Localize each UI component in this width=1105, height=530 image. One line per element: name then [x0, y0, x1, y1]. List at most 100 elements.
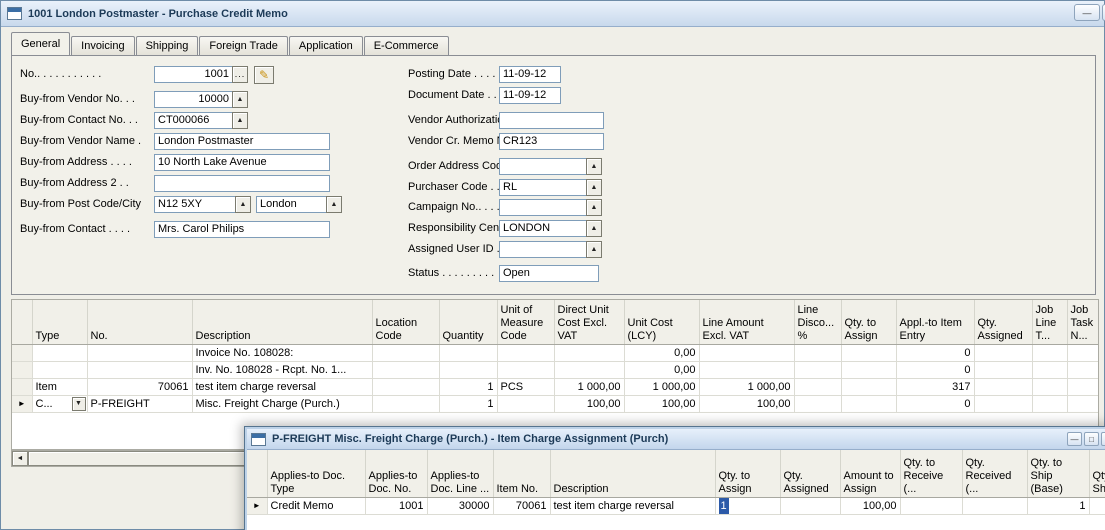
cell-job-task-no[interactable] [1067, 361, 1099, 378]
cell-no[interactable]: 70061 [87, 378, 192, 395]
vendor-authorization-no-input[interactable] [499, 112, 604, 129]
cell-job-task-no[interactable] [1067, 395, 1099, 412]
no-assist-edit-button[interactable]: ... [232, 66, 248, 83]
buy-from-address-input[interactable]: 10 North Lake Avenue [154, 154, 330, 171]
assignment-close-button[interactable]: × [1101, 432, 1105, 446]
main-titlebar[interactable]: 1001 London Postmaster - Purchase Credit… [1, 1, 1104, 27]
window-icon[interactable] [7, 7, 22, 20]
row-selector-current[interactable]: ► [12, 395, 32, 412]
cell-quantity[interactable]: 1 [439, 395, 497, 412]
cell-unit-cost-lcy[interactable]: 0,00 [624, 344, 699, 361]
cell-line-discount[interactable] [794, 344, 841, 361]
cell-type[interactable] [32, 344, 87, 361]
assignment-window-icon[interactable] [251, 433, 266, 446]
buy-from-vendor-no-input[interactable]: 10000 [154, 91, 233, 108]
cell-job-line-type[interactable] [1032, 378, 1067, 395]
cell-qty-received-base[interactable] [962, 497, 1027, 514]
cell-type[interactable]: C...▼ [32, 395, 87, 412]
campaign-no-input[interactable] [499, 199, 587, 216]
cell-appl-to-item-entry[interactable]: 0 [896, 361, 974, 378]
cell-line-discount[interactable] [794, 395, 841, 412]
cell-line-amount[interactable]: 1 000,00 [699, 378, 794, 395]
tab-shipping[interactable]: Shipping [136, 36, 199, 55]
row-selector[interactable] [12, 361, 32, 378]
cell-uom[interactable] [497, 395, 554, 412]
cell-uom[interactable]: PCS [497, 378, 554, 395]
order-address-code-input[interactable] [499, 158, 587, 175]
assignment-maximize-button[interactable]: □ [1084, 432, 1099, 446]
buy-from-city-input[interactable]: London [256, 196, 327, 213]
cell-unit-cost-lcy[interactable]: 100,00 [624, 395, 699, 412]
tab-general[interactable]: General [11, 32, 70, 55]
cell-line-amount[interactable]: 100,00 [699, 395, 794, 412]
cell-description[interactable]: Misc. Freight Charge (Purch.) [192, 395, 372, 412]
cell-qty-to-assign[interactable] [841, 361, 896, 378]
campaign-no-lookup-button[interactable]: ▲ [586, 199, 602, 216]
assignment-minimize-button[interactable]: — [1067, 432, 1082, 446]
purchaser-code-lookup-button[interactable]: ▲ [586, 179, 602, 196]
cell-location-code[interactable] [372, 361, 439, 378]
purchaser-code-input[interactable]: RL [499, 179, 587, 196]
cell-no[interactable]: P-FREIGHT [87, 395, 192, 412]
row-selector-current[interactable]: ► [247, 497, 267, 514]
cell-qty-to-receive-base[interactable] [900, 497, 962, 514]
buy-from-contact-no-lookup-button[interactable]: ▲ [232, 112, 248, 129]
cell-qty-assigned[interactable] [780, 497, 840, 514]
cell-line-discount[interactable] [794, 378, 841, 395]
cell-description[interactable]: test item charge reversal [550, 497, 715, 514]
cell-location-code[interactable] [372, 378, 439, 395]
buy-from-contact-no-input[interactable]: CT000066 [154, 112, 233, 129]
cell-direct-unit-cost[interactable]: 1 000,00 [554, 378, 624, 395]
cell-job-line-type[interactable] [1032, 395, 1067, 412]
buy-from-contact-input[interactable]: Mrs. Carol Philips [154, 221, 330, 238]
cell-direct-unit-cost[interactable] [554, 344, 624, 361]
cell-direct-unit-cost[interactable]: 100,00 [554, 395, 624, 412]
cell-qty-to-assign[interactable] [841, 344, 896, 361]
cell-quantity[interactable] [439, 344, 497, 361]
document-date-input[interactable]: 11-09-12 [499, 87, 561, 104]
tab-application[interactable]: Application [289, 36, 363, 55]
cell-location-code[interactable] [372, 395, 439, 412]
assignment-titlebar[interactable]: P-FREIGHT Misc. Freight Charge (Purch.) … [247, 429, 1105, 450]
assigned-user-id-lookup-button[interactable]: ▲ [586, 241, 602, 258]
cell-unit-cost-lcy[interactable]: 0,00 [624, 361, 699, 378]
responsibility-center-lookup-button[interactable]: ▲ [586, 220, 602, 237]
type-dropdown-button[interactable]: ▼ [72, 397, 86, 411]
tab-foreign-trade[interactable]: Foreign Trade [199, 36, 287, 55]
cell-job-line-type[interactable] [1032, 344, 1067, 361]
cell-unit-cost-lcy[interactable]: 1 000,00 [624, 378, 699, 395]
cell-appl-to-item-entry[interactable]: 317 [896, 378, 974, 395]
row-selector[interactable] [12, 378, 32, 395]
cell-job-line-type[interactable] [1032, 361, 1067, 378]
cell-appl-to-item-entry[interactable]: 0 [896, 344, 974, 361]
cell-type[interactable] [32, 361, 87, 378]
buy-from-vendor-no-lookup-button[interactable]: ▲ [232, 91, 248, 108]
vendor-cr-memo-no-input[interactable]: CR123 [499, 133, 604, 150]
tab-invoicing[interactable]: Invoicing [71, 36, 134, 55]
city-lookup-button[interactable]: ▲ [326, 196, 342, 213]
cell-line-amount[interactable] [699, 361, 794, 378]
cell-job-task-no[interactable] [1067, 344, 1099, 361]
cell-qty-assigned[interactable] [974, 361, 1032, 378]
cell-job-task-no[interactable] [1067, 378, 1099, 395]
cell-applies-to-doc-type[interactable]: Credit Memo [267, 497, 365, 514]
edit-button[interactable]: ✎ [254, 66, 274, 84]
responsibility-center-input[interactable]: LONDON [499, 220, 587, 237]
cell-description[interactable]: Invoice No. 108028: [192, 344, 372, 361]
cell-uom[interactable] [497, 344, 554, 361]
cell-quantity[interactable] [439, 361, 497, 378]
tab-e-commerce[interactable]: E-Commerce [364, 36, 449, 55]
cell-item-no[interactable]: 70061 [493, 497, 550, 514]
row-selector[interactable] [12, 344, 32, 361]
cell-location-code[interactable] [372, 344, 439, 361]
cell-type[interactable]: Item [32, 378, 87, 395]
cell-description[interactable]: Inv. No. 108028 - Rcpt. No. 1... [192, 361, 372, 378]
cell-amount-to-assign[interactable]: 100,00 [840, 497, 900, 514]
buy-from-vendor-name-input[interactable]: London Postmaster [154, 133, 330, 150]
cell-description[interactable]: test item charge reversal [192, 378, 372, 395]
cell-line-discount[interactable] [794, 361, 841, 378]
buy-from-address-2-input[interactable] [154, 175, 330, 192]
minimize-button[interactable]: — [1074, 4, 1100, 21]
cell-qty-to-assign-editing[interactable]: 1 [715, 497, 780, 514]
cell-uom[interactable] [497, 361, 554, 378]
